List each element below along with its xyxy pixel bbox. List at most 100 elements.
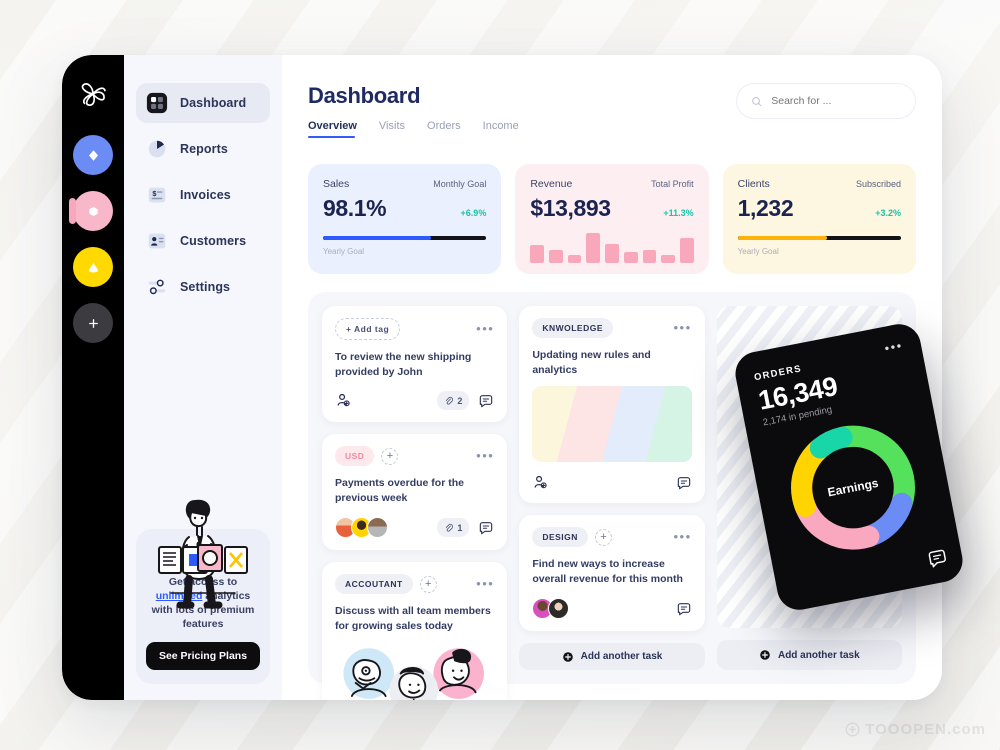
- attachment-chip[interactable]: 1: [437, 518, 470, 537]
- plus-circle-icon: [562, 651, 573, 662]
- rail-button-workspace-yellow[interactable]: [73, 247, 113, 287]
- stat-foot: Yearly Goal: [737, 246, 779, 256]
- more-options-icon[interactable]: •••: [674, 530, 692, 543]
- sidebar-item-label: Reports: [180, 142, 228, 156]
- active-indicator: [69, 198, 76, 224]
- add-another-task-button[interactable]: Add another task: [519, 643, 705, 670]
- rail-button-add-workspace[interactable]: [73, 303, 113, 343]
- stat-delta: +11.3%: [663, 208, 694, 218]
- workspace-rail: [62, 55, 124, 700]
- pinwheel-logo-icon[interactable]: [76, 77, 110, 111]
- tab-overview[interactable]: Overview: [308, 120, 357, 138]
- stat-value: 98.1%: [323, 195, 387, 221]
- comment-icon[interactable]: [676, 601, 692, 617]
- tab-bar: Overview Visits Orders Income: [308, 120, 519, 138]
- sidebar-item-dashboard[interactable]: Dashboard: [136, 83, 270, 123]
- avatar[interactable]: [548, 598, 570, 619]
- promo-card: Get access to unlimited analytics with l…: [136, 499, 270, 684]
- avatar-group: [335, 517, 388, 538]
- task-text: Discuss with all team members for growin…: [335, 605, 491, 632]
- avatar[interactable]: [367, 517, 388, 538]
- revenue-bar: [567, 255, 582, 263]
- stat-label: Revenue: [530, 178, 573, 190]
- rail-button-workspace-blue[interactable]: [73, 135, 113, 175]
- more-options-icon[interactable]: •••: [476, 322, 494, 335]
- stat-value: $13,893: [530, 195, 611, 221]
- assign-user-icon[interactable]: [532, 474, 549, 491]
- more-options-icon[interactable]: •••: [674, 321, 692, 334]
- sidebar-item-customers[interactable]: Customers: [136, 221, 270, 261]
- search-box[interactable]: [736, 83, 916, 119]
- stat-card-sales: Sales Monthly Goal 98.1% +6.9% Yearly Go…: [308, 164, 502, 274]
- tab-orders[interactable]: Orders: [427, 120, 461, 138]
- task-card[interactable]: DESIGN + ••• Find new ways to increase o…: [519, 515, 705, 631]
- invoice-icon: $: [148, 187, 166, 203]
- attachment-count: 1: [457, 522, 463, 533]
- tab-visits[interactable]: Visits: [379, 120, 405, 138]
- stat-sublabel: Subscribed: [855, 179, 901, 189]
- search-icon: [752, 96, 762, 106]
- sidebar-item-label: Customers: [180, 234, 247, 248]
- task-text: Find new ways to increase overall revenu…: [532, 558, 683, 585]
- header: Dashboard Overview Visits Orders Income: [308, 83, 916, 138]
- rail-button-workspace-pink[interactable]: [69, 191, 113, 231]
- stat-card-clients: Clients Subscribed 1,232 +3.2% Yearly Go…: [722, 164, 916, 274]
- user-card-icon: [148, 233, 166, 249]
- avatar-group: [532, 598, 570, 619]
- see-pricing-plans-button[interactable]: See Pricing Plans: [146, 642, 260, 670]
- task-text: To review the new shipping provided by J…: [335, 351, 472, 378]
- add-task-label: Add another task: [777, 649, 860, 661]
- tab-income[interactable]: Income: [483, 120, 519, 138]
- more-options-icon[interactable]: •••: [476, 449, 494, 462]
- attachment-chip[interactable]: 2: [437, 391, 470, 410]
- three-people-illustration: [343, 648, 485, 700]
- sidebar-item-settings[interactable]: Settings: [136, 267, 270, 307]
- earnings-donut-chart: Earnings: [774, 409, 931, 566]
- task-tag[interactable]: DESIGN: [532, 527, 588, 547]
- comment-icon[interactable]: [676, 475, 692, 491]
- stat-label: Sales: [323, 178, 350, 190]
- page-title: Dashboard: [308, 83, 421, 108]
- task-card[interactable]: USD + ••• Payments overdue for the previ…: [322, 434, 508, 550]
- plus-circle-icon: [760, 650, 770, 660]
- stat-delta: +6.9%: [460, 208, 487, 218]
- paperclip-icon: [446, 523, 454, 532]
- stat-foot: Yearly Goal: [323, 246, 365, 256]
- watermark-text: TOOOPEN.com: [865, 721, 986, 738]
- sidebar-item-invoices[interactable]: $ Invoices: [136, 175, 270, 215]
- add-another-task-button-column3[interactable]: Add another task: [716, 640, 902, 670]
- search-input[interactable]: [771, 95, 901, 107]
- hexagon-icon: [88, 206, 98, 216]
- comment-icon[interactable]: [478, 520, 494, 536]
- more-options-icon[interactable]: •••: [476, 577, 494, 590]
- add-tag-icon[interactable]: +: [381, 447, 399, 465]
- stat-label: Clients: [737, 178, 770, 190]
- add-tag-icon[interactable]: +: [419, 575, 437, 593]
- add-tag-button[interactable]: + Add tag: [335, 318, 401, 340]
- task-card[interactable]: ACCOUTANT + ••• Discuss with all team me…: [322, 562, 508, 700]
- watermark-logo-icon: [845, 722, 860, 737]
- board-column-2: KNWOLEDGE ••• Updating new rules and ana…: [519, 306, 705, 670]
- task-card[interactable]: KNWOLEDGE ••• Updating new rules and ana…: [519, 306, 705, 503]
- comment-icon[interactable]: [478, 393, 494, 409]
- revenue-bar-chart: [530, 233, 694, 263]
- pie-chart-icon: [148, 140, 166, 158]
- sidebar-navigation: Dashboard Reports $ Invoices Customers S…: [124, 55, 282, 700]
- diamond-icon: [88, 149, 98, 161]
- revenue-bar: [586, 233, 601, 263]
- revenue-bar: [549, 250, 563, 263]
- task-tag[interactable]: KNWOLEDGE: [532, 318, 614, 338]
- sidebar-item-reports[interactable]: Reports: [136, 129, 270, 169]
- task-card[interactable]: + Add tag ••• To review the new shipping…: [322, 306, 508, 422]
- stat-value: 1,232: [737, 195, 794, 221]
- progress-bar-sales: [323, 236, 487, 240]
- revenue-bar: [661, 255, 675, 263]
- comment-icon[interactable]: [925, 546, 950, 571]
- task-tag[interactable]: USD: [335, 446, 375, 466]
- task-tag[interactable]: ACCOUTANT: [335, 574, 413, 594]
- assign-user-icon[interactable]: [335, 392, 352, 409]
- sidebar-item-label: Settings: [180, 280, 231, 294]
- add-tag-icon[interactable]: +: [594, 528, 612, 546]
- drop-icon: [88, 262, 98, 272]
- person-with-documents-illustration: [158, 499, 248, 609]
